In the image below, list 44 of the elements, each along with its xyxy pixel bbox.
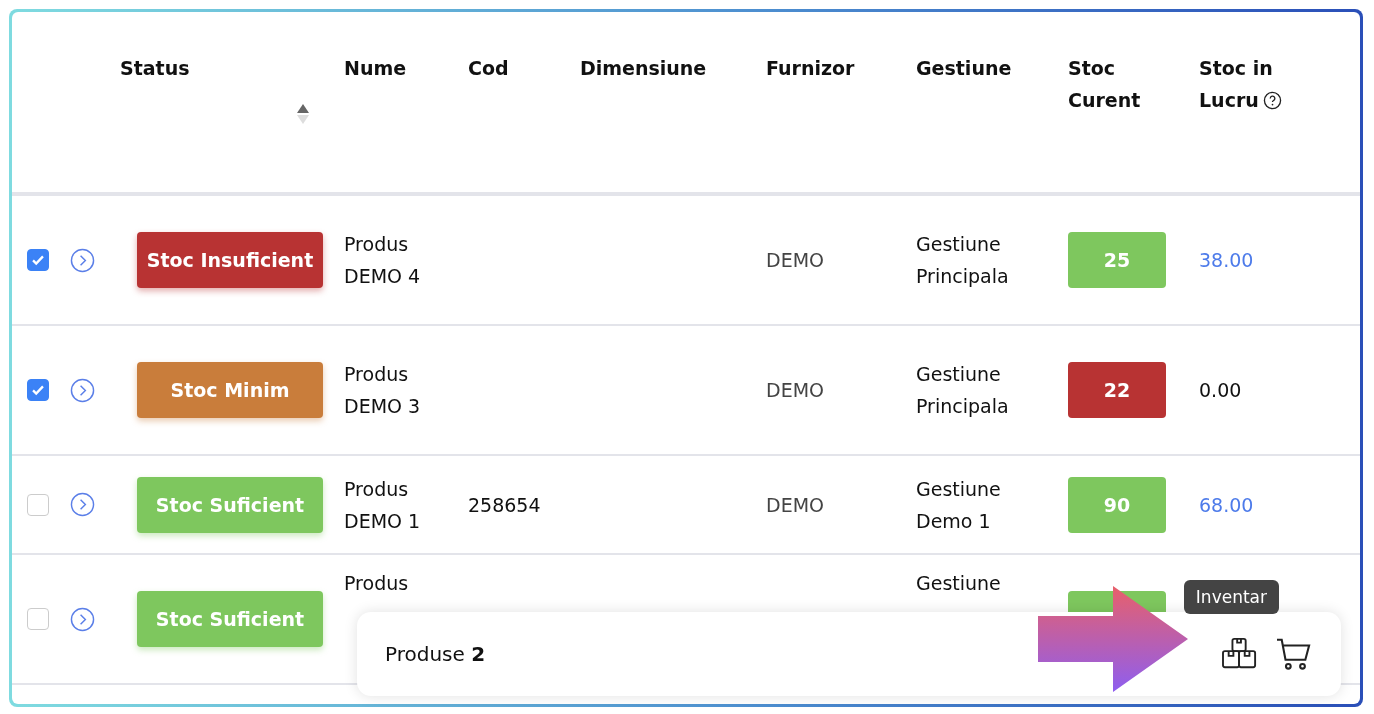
expand-icon[interactable] [70, 606, 95, 632]
boxes-icon[interactable] [1221, 637, 1259, 671]
column-header[interactable]: Cod [468, 52, 509, 84]
expand-icon[interactable] [70, 377, 95, 403]
column-header[interactable]: Stoc Curent [1068, 52, 1148, 116]
column-header[interactable]: Dimensiune [580, 52, 707, 84]
warehouse: Gestiune [916, 571, 1002, 596]
row-checkbox[interactable] [27, 493, 49, 516]
row-checkbox[interactable] [27, 608, 49, 630]
column-header[interactable]: Gestiune [916, 52, 1012, 84]
warehouse: Gestiune Demo 1 [916, 476, 1002, 534]
column-header[interactable]: Nume [344, 52, 407, 84]
supplier: DEMO [766, 378, 824, 403]
expand-icon[interactable] [70, 492, 95, 517]
row-checkbox[interactable] [27, 249, 49, 271]
status-badge: Stoc Suficient [137, 591, 323, 647]
product-name: Produs DEMO 1 [344, 476, 422, 534]
column-header[interactable]: Stoc in Lucru [1199, 52, 1309, 116]
column-header[interactable]: Furnizor [766, 52, 855, 84]
stock-link[interactable]: 68.00 [1199, 488, 1254, 521]
row-checkbox[interactable] [27, 379, 49, 401]
warehouse: Gestiune Principala [916, 362, 1010, 419]
warehouse: Gestiune Principala [916, 232, 1010, 289]
cart-icon[interactable] [1275, 637, 1313, 671]
stock-value: 0.00 [1199, 378, 1242, 403]
supplier: DEMO [766, 492, 824, 518]
column-header[interactable]: Status [120, 52, 190, 84]
product-name: Produs DEMO 3 [344, 362, 422, 419]
status-badge: Stoc Suficient [137, 476, 323, 533]
product-code: 258654 [468, 492, 541, 518]
product-name: Produs [344, 571, 410, 596]
status-badge: Stoc Minim [137, 362, 323, 418]
sort-icon[interactable] [296, 102, 310, 126]
selected-count: Produse 2 [385, 642, 486, 666]
stock-badge: 22 [1068, 362, 1166, 418]
status-badge: Stoc Insuficient [137, 232, 323, 288]
expand-icon[interactable] [70, 247, 95, 273]
stock-badge: 90 [1068, 476, 1166, 533]
help-icon[interactable] [1262, 91, 1282, 110]
supplier: DEMO [766, 248, 824, 273]
stock-badge: 25 [1068, 232, 1166, 288]
product-name: Produs DEMO 4 [344, 232, 422, 289]
tooltip: Inventar [1183, 580, 1279, 614]
stock-link[interactable]: 38.00 [1199, 244, 1254, 276]
